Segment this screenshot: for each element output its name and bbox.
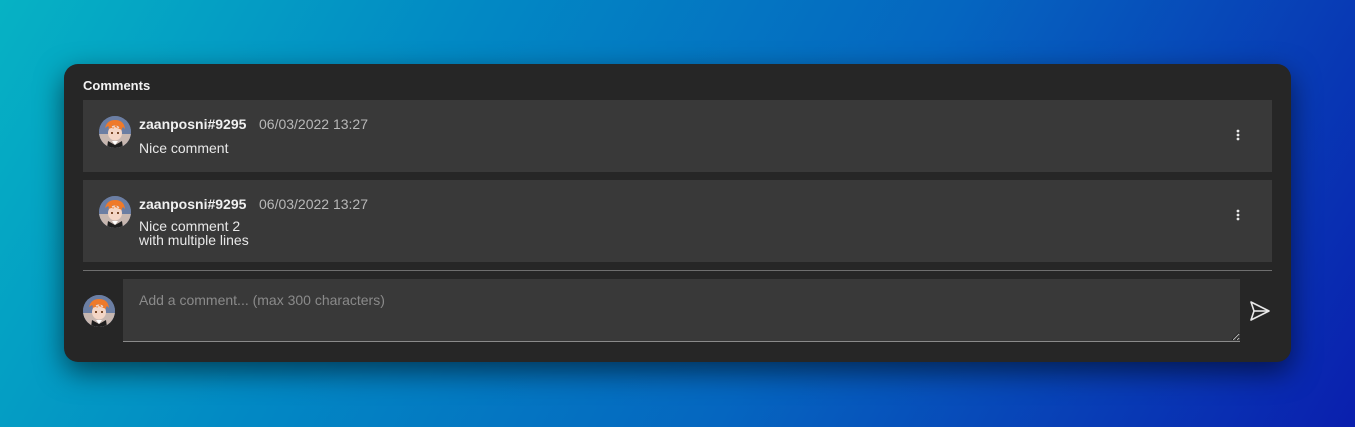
- comment-line: with multiple lines: [139, 232, 249, 248]
- comment-line: Nice comment 2: [139, 218, 241, 234]
- avatar: [99, 116, 131, 148]
- comment-body: Nice comment: [139, 141, 228, 155]
- comment-card: zaanposni#9295 06/03/2022 13:27 Nice com…: [83, 180, 1272, 262]
- panel-title: Comments: [83, 78, 151, 93]
- comment-input[interactable]: [123, 279, 1240, 342]
- divider: [83, 270, 1272, 271]
- avatar: [83, 295, 115, 327]
- comment-date: 06/03/2022 13:27: [259, 196, 368, 212]
- more-vertical-icon[interactable]: [1232, 127, 1244, 143]
- comment-author[interactable]: zaanposni#9295: [139, 196, 246, 212]
- comments-panel: Comments zaanposni#9295 06/03/2022 13:27…: [64, 64, 1291, 362]
- more-vertical-icon[interactable]: [1232, 207, 1244, 223]
- comment-author[interactable]: zaanposni#9295: [139, 116, 246, 132]
- send-icon[interactable]: [1249, 300, 1271, 322]
- comment-date: 06/03/2022 13:27: [259, 116, 368, 132]
- avatar: [99, 196, 131, 228]
- comment-card: zaanposni#9295 06/03/2022 13:27 Nice com…: [83, 100, 1272, 172]
- comment-line: Nice comment: [139, 140, 229, 156]
- comment-body: Nice comment 2 with multiple lines: [139, 219, 249, 247]
